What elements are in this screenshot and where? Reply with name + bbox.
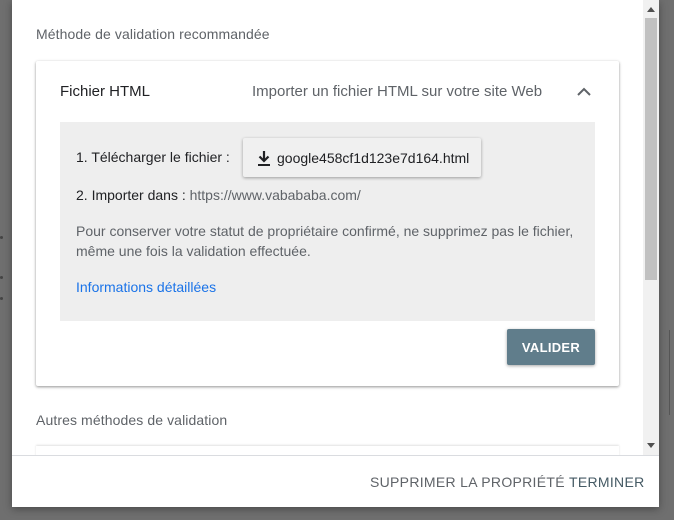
card-subtitle[interactable]: Importer un fichier HTML sur votre site … <box>252 83 542 100</box>
scrollbar-thumb[interactable] <box>645 18 657 280</box>
scrollbar[interactable] <box>643 0 659 455</box>
backdrop-left <box>0 0 12 520</box>
other-method-card[interactable] <box>36 446 619 455</box>
dialog-scroll-area[interactable]: Méthode de validation recommandée Fichie… <box>12 0 643 455</box>
backdrop-bottom <box>0 507 674 520</box>
site-url: https://www.vabababa.com/ <box>189 187 361 203</box>
backdrop-bullet <box>0 297 3 300</box>
details-link[interactable]: Informations détaillées <box>76 279 216 295</box>
scroll-up-arrow-icon[interactable] <box>647 7 655 12</box>
download-file-button[interactable]: google458cf1d123e7d164.html <box>243 138 481 177</box>
html-file-card: Fichier HTML Importer un fichier HTML su… <box>36 61 619 386</box>
delete-property-button[interactable]: SUPPRIMER LA PROPRIÉTÉ <box>370 474 565 490</box>
recommended-method-heading: Méthode de validation recommandée <box>36 26 270 42</box>
validation-dialog: Méthode de validation recommandée Fichie… <box>12 0 659 507</box>
step-import: 2. Importer dans : https://www.vabababa.… <box>76 187 361 203</box>
dialog-footer: SUPPRIMER LA PROPRIÉTÉ TERMINER <box>12 455 659 507</box>
step-import-label: 2. Importer dans : <box>76 187 186 203</box>
finish-button[interactable]: TERMINER <box>569 474 645 490</box>
validation-steps: 1. Télécharger le fichier : google458cf1… <box>60 122 595 321</box>
download-icon <box>255 149 273 167</box>
step-download-label: 1. Télécharger le fichier : <box>76 149 230 165</box>
card-title[interactable]: Fichier HTML <box>60 83 150 100</box>
backdrop-divider <box>669 330 670 415</box>
download-filename: google458cf1d123e7d164.html <box>277 149 470 166</box>
backdrop-right <box>659 0 674 520</box>
chevron-up-icon[interactable] <box>572 79 596 103</box>
backdrop-bullet <box>0 276 3 279</box>
validate-button[interactable]: VALIDER <box>507 329 595 365</box>
scroll-down-arrow-icon[interactable] <box>647 443 655 448</box>
ownership-note: Pour conserver votre statut de propriéta… <box>76 223 574 259</box>
backdrop-bullet <box>0 236 3 239</box>
other-methods-heading: Autres méthodes de validation <box>36 412 228 428</box>
